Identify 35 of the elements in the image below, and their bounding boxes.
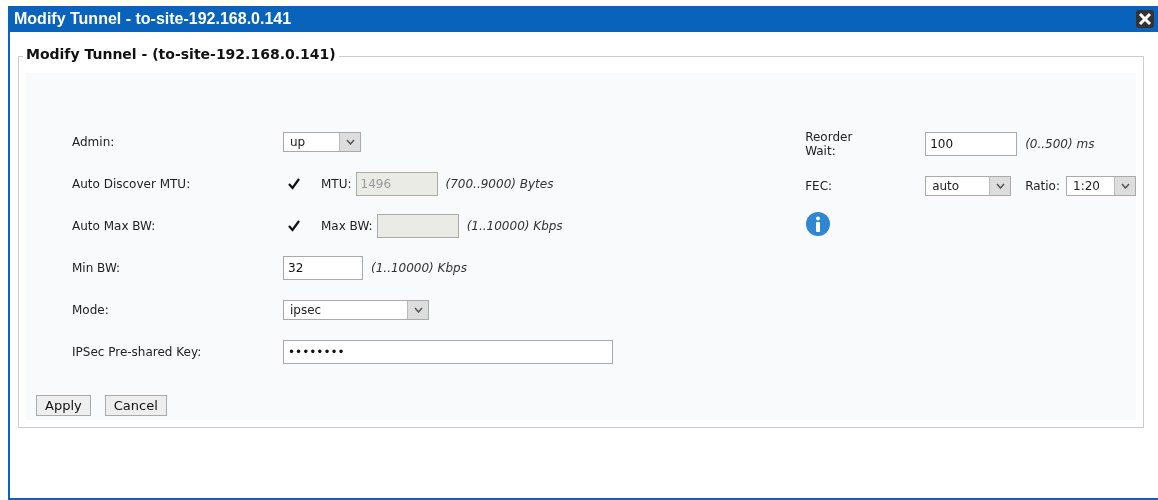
range-hint: (0..500) ms	[1025, 137, 1095, 151]
dropdown[interactable]: auto	[925, 176, 1012, 196]
field-label: Max BW:	[321, 219, 373, 233]
checkbox[interactable]	[287, 219, 301, 233]
field-label: Reorder Wait:	[805, 129, 854, 159]
window-title: Modify Tunnel - to-site-192.168.0.141	[14, 10, 292, 28]
caret-icon	[1120, 183, 1130, 189]
input-field[interactable]: 32	[283, 256, 363, 280]
field-label: IPSec Pre-shared Key:	[72, 345, 203, 359]
close-icon	[1136, 10, 1154, 28]
dropdown[interactable]: up	[283, 132, 361, 152]
range-hint: (1..10000) Kbps	[371, 261, 467, 275]
range-hint: (1..10000) Kbps	[466, 219, 563, 233]
field-label: Ratio:	[1025, 179, 1060, 193]
field-label: Auto Max BW:	[72, 219, 157, 233]
field-label: MTU:	[321, 177, 352, 191]
caret-icon	[995, 183, 1005, 189]
field-label: Auto Discover MTU:	[72, 177, 192, 191]
apply-button[interactable]: Apply	[36, 395, 91, 416]
input-field[interactable]: ••••••••	[283, 340, 613, 364]
range-hint: (700..9000) Bytes	[445, 177, 554, 191]
input-field[interactable]: 100	[925, 132, 1018, 156]
field-label: Mode:	[72, 303, 110, 317]
dropdown[interactable]: ipsec	[283, 300, 429, 320]
field-label: Min BW:	[72, 261, 122, 275]
caret-icon	[345, 139, 355, 145]
field-label: FEC:	[805, 179, 834, 193]
dropdown[interactable]: 1:20	[1066, 176, 1136, 196]
cancel-button[interactable]: Cancel	[104, 395, 167, 416]
info-icon[interactable]	[805, 211, 832, 237]
checkbox[interactable]	[287, 177, 301, 191]
caret-icon	[413, 307, 423, 313]
panel-legend: Modify Tunnel - (to-site-192.168.0.141)	[23, 46, 339, 62]
field-label: Admin:	[72, 135, 116, 149]
close-button[interactable]	[1136, 10, 1154, 28]
